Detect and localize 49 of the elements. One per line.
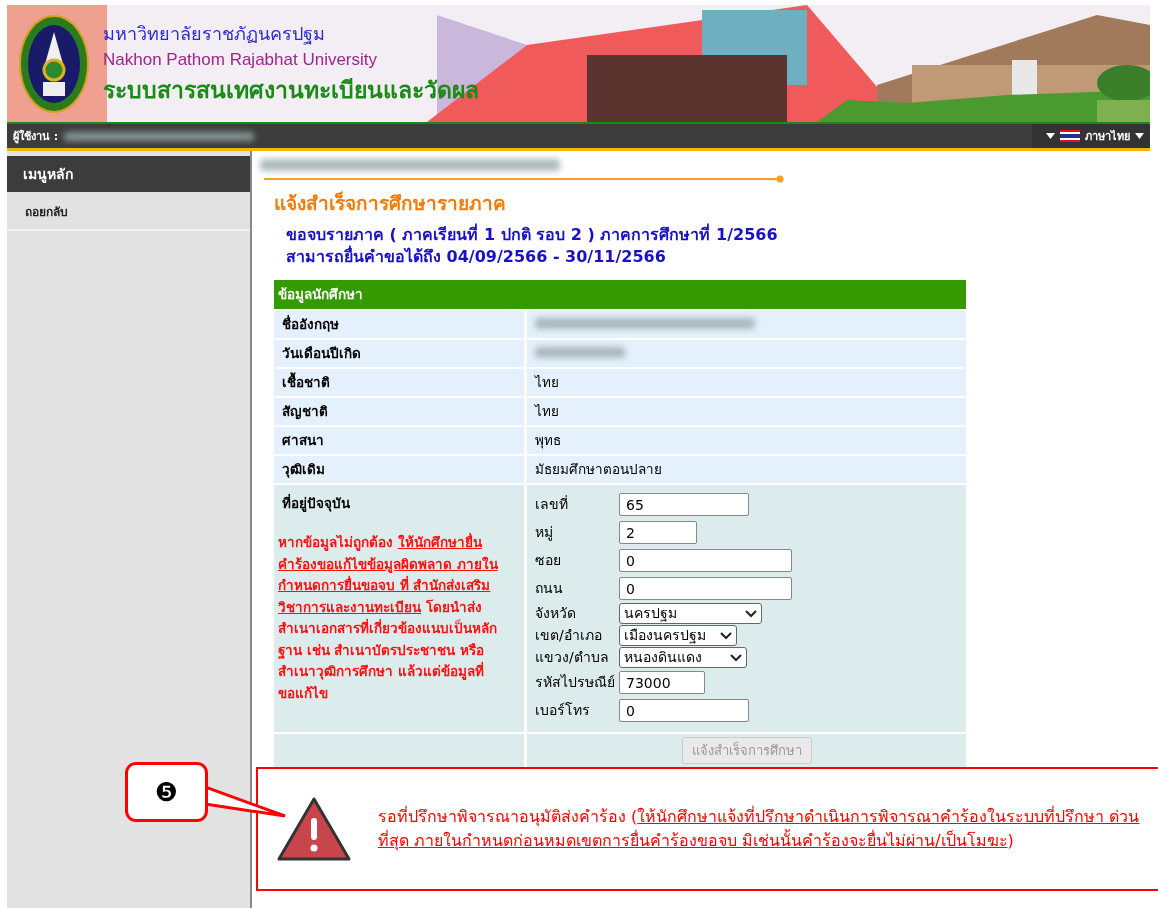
row-label: ที่อยู่ปัจจุบัน: [282, 493, 351, 514]
row-value: ไทย: [527, 369, 966, 396]
row-value: พุทธ: [527, 427, 966, 454]
caret-icon: [1135, 133, 1144, 139]
field-label: เขต/อำเภอ: [535, 626, 603, 645]
input-field[interactable]: 2: [619, 521, 697, 544]
menu-header: เมนูหลัก: [7, 156, 250, 192]
university-name-thai: มหาวิทยาลัยราชภัฏนครปฐม: [103, 22, 326, 47]
table-header: ข้อมูลนักศึกษา: [274, 280, 966, 309]
input-field[interactable]: 73000: [619, 671, 705, 694]
dropdown[interactable]: นครปฐม: [619, 603, 762, 624]
row-value: ไทย: [527, 398, 966, 425]
caret-icon: [1046, 133, 1055, 139]
user-label: ผู้ใช้งาน :: [12, 128, 59, 145]
notice-text: รอที่ปรึกษาพิจารณาอนุมัติส่งคำร้อง (ให้นักศึกษาแจ้งที่ปรึกษาดำเนินการพิจารณาคำร้องในระบบที่ปรึกษา ด่วนที่สุด ภายในกำหนดก่อนหมดเขตการยื่นคำร้องขอจบ มิเช่นนั้นคำร้องจะยื่นไม่ผ่าน/เป็นโมฆะ): [378, 805, 1141, 853]
callout-bubble: ❺: [125, 762, 208, 822]
field-label: แขวง/ตำบล: [535, 648, 610, 667]
field-label: หมู่: [535, 523, 554, 543]
row-label: ศาสนา: [274, 427, 527, 454]
row-label: สัญชาติ: [274, 398, 527, 425]
input-field[interactable]: 0: [619, 699, 749, 722]
field-label: รหัสไปรษณีย์: [535, 673, 615, 692]
field-label: ซอย: [535, 551, 562, 570]
field-label: เบอร์โทร: [535, 701, 591, 720]
row-value: มัธยมศึกษาตอนปลาย: [527, 456, 966, 483]
dropdown[interactable]: เมืองนครปฐม: [619, 625, 737, 646]
dropdown[interactable]: หนองดินแดง: [619, 647, 747, 668]
row-label: วุฒิเดิม: [274, 456, 527, 483]
field-label: ถนน: [535, 579, 564, 598]
row-label: วันเดือนปีเกิด: [274, 340, 527, 367]
university-name-english: Nakhon Pathom Rajabhat University: [103, 50, 379, 70]
term-info: ขอจบรายภาค ( ภาคเรียนที่ 1 ปกติ รอบ 2 ) ภาคการศึกษาที่ 1/2566: [286, 224, 779, 245]
menu-item[interactable]: ถอยกลับ: [7, 192, 250, 231]
correction-warning: หากข้อมูลไม่ถูกต้อง ให้นักศึกษายื่นคำร้องขอแก้ไขข้อมูลผิดพลาด ภายในกำหนดการยื่นขอจบ ที่ สำนักส่งเสริมวิชาการและงานทะเบียน โดยนำส่งสำเนาเอกสารที่เกี่ยวข้องแนบเป็นหลักฐาน เช่น สำเนาบัตรประชาชน หรือสำเนาวุฒิการศึกษา แล้วแต่ข้อมูลที่ขอแก้ไข: [278, 532, 499, 703]
chevron-icon: [745, 609, 757, 618]
language-selector[interactable]: ภาษาไทย: [1032, 124, 1150, 148]
chevron-icon: [720, 631, 732, 640]
field-label: จังหวัด: [535, 604, 577, 623]
row-label: เชื้อชาติ: [274, 369, 527, 396]
page-title: แจ้งสำเร็จการศึกษารายภาค: [274, 190, 507, 216]
row-label: ชื่ออังกฤษ: [274, 311, 527, 338]
warning-icon: [276, 796, 352, 862]
field-label: เลขที่: [535, 494, 569, 514]
input-field[interactable]: 0: [619, 577, 792, 600]
input-field[interactable]: 0: [619, 549, 792, 572]
term-info: สามารถยื่นคำขอได้ถึง 04/09/2566 - 30/11/2566: [286, 246, 667, 268]
input-field[interactable]: 65: [619, 493, 749, 516]
chevron-icon: [730, 653, 742, 662]
flag-icon: [1060, 130, 1080, 142]
